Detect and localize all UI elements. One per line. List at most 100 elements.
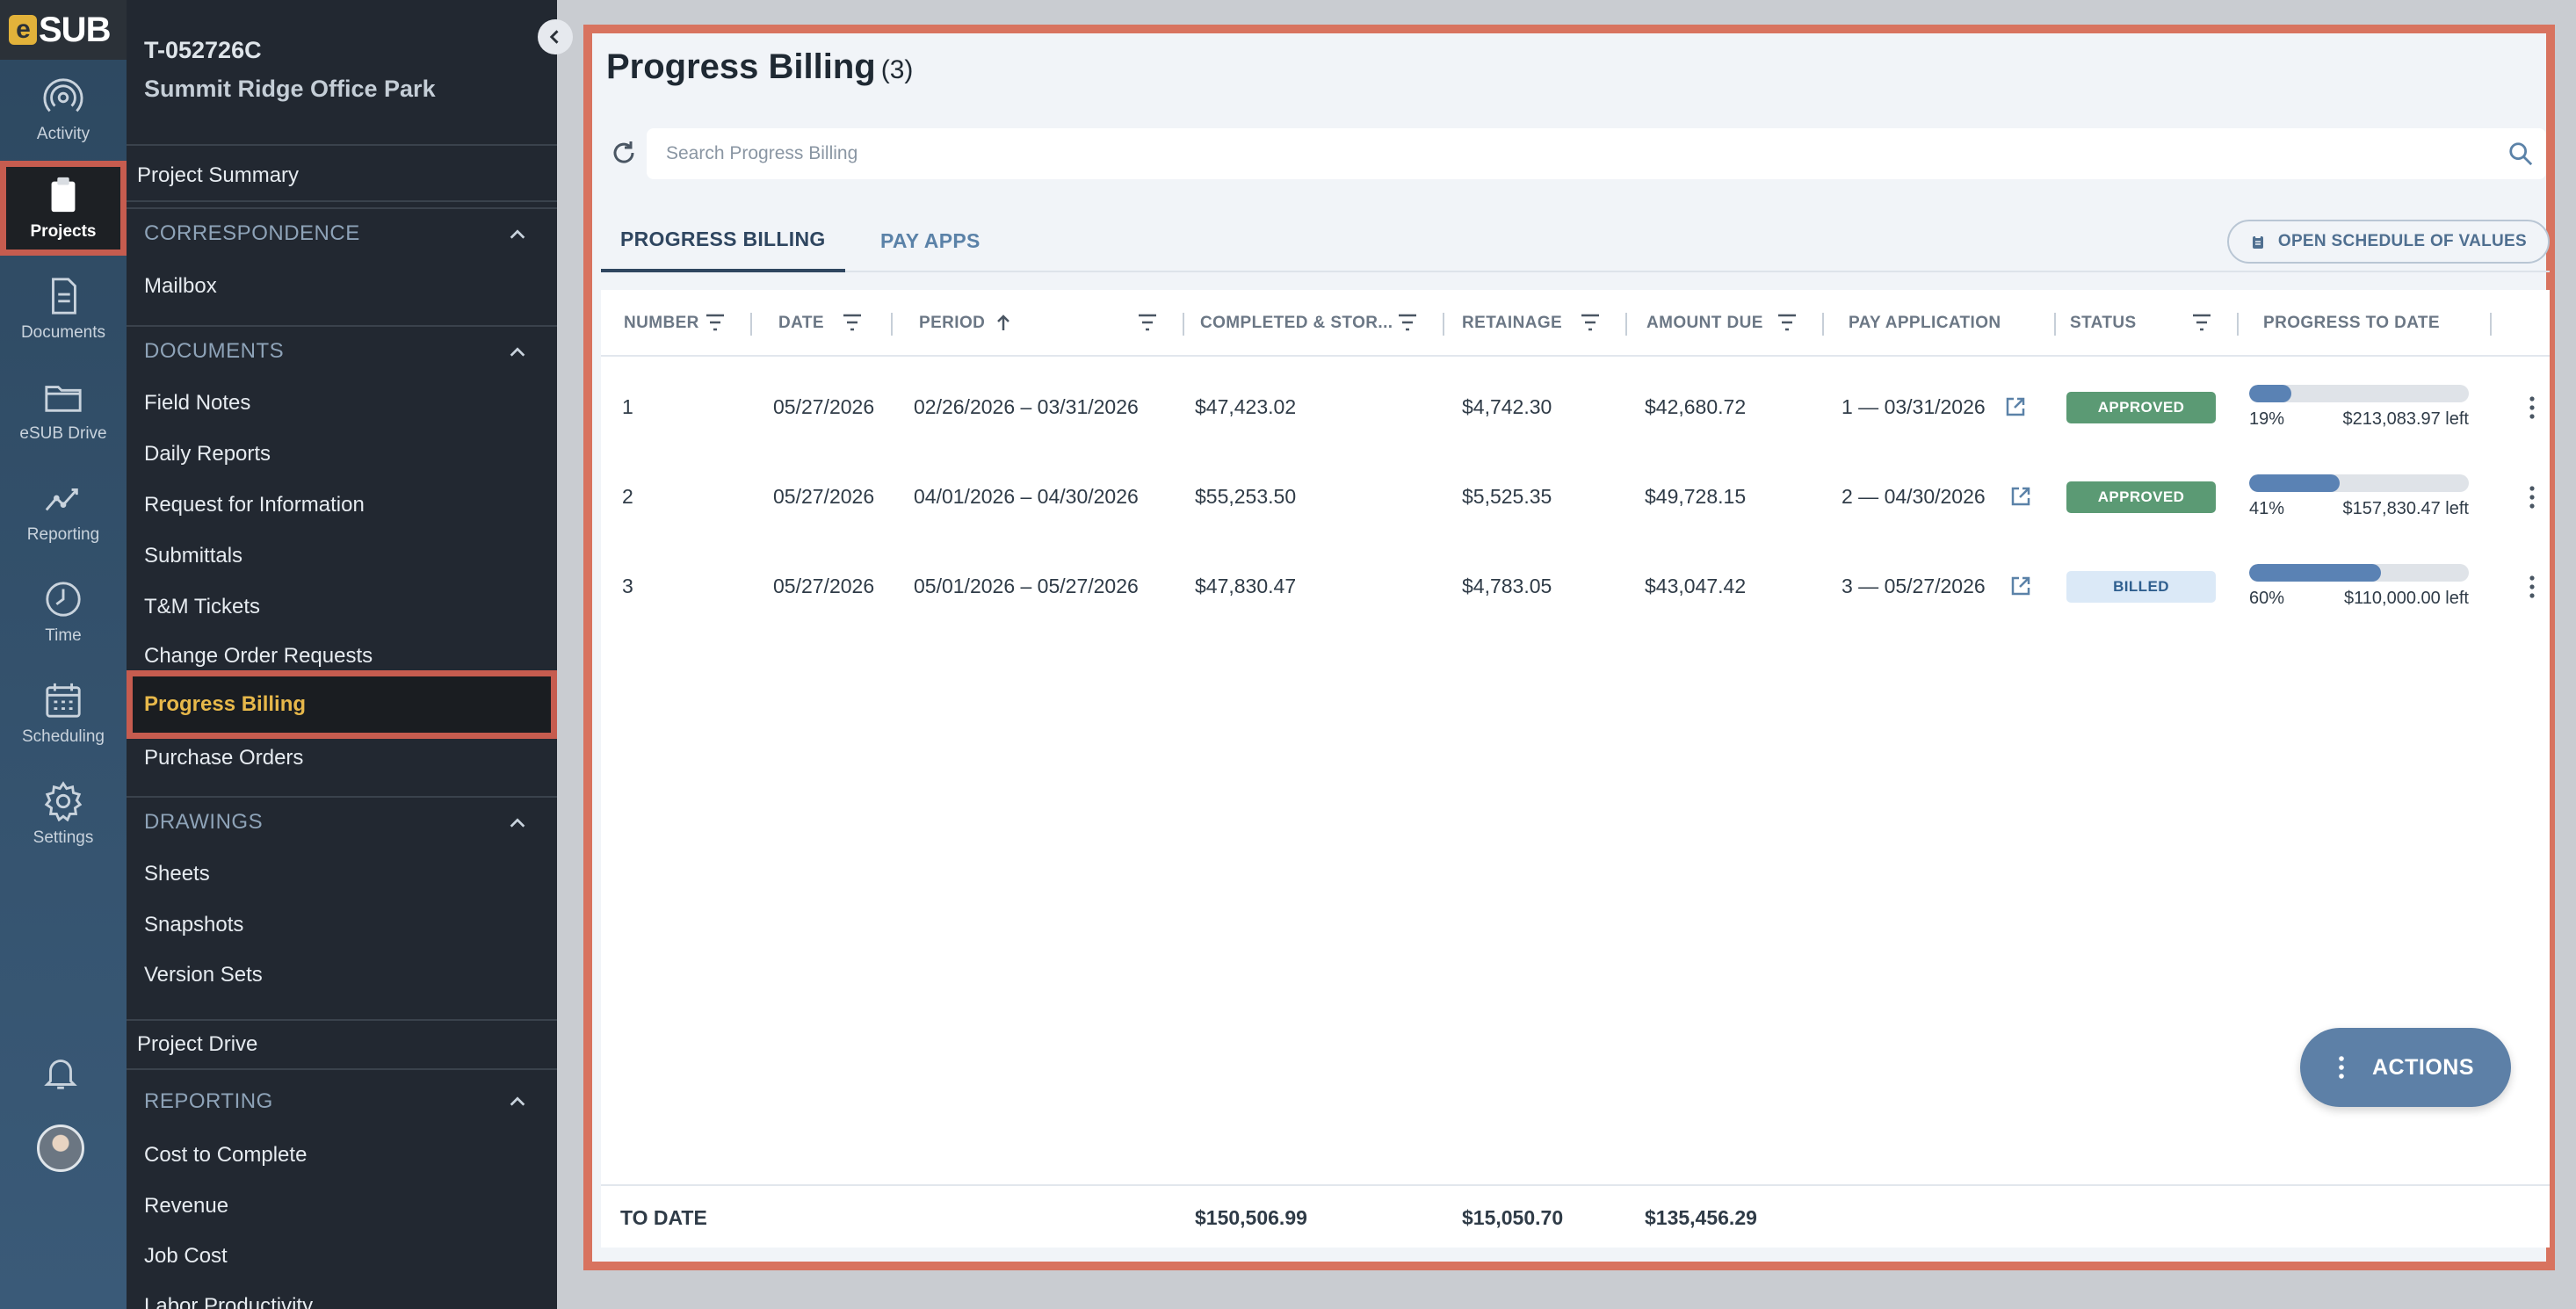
filter-icon[interactable]: [842, 313, 863, 332]
nav-item-snapshots[interactable]: Snapshots: [127, 900, 557, 951]
cell-number: 2: [622, 484, 633, 508]
nav-item-revenue[interactable]: Revenue: [127, 1181, 557, 1232]
table-row[interactable]: 2 05/27/2026 04/01/2026 – 04/30/2026 $55…: [601, 452, 2550, 541]
rail-item-settings[interactable]: Settings: [0, 767, 127, 862]
nav-section-drawings[interactable]: DRAWINGS: [127, 796, 557, 847]
gear-icon: [44, 781, 83, 821]
cell-number: 3: [622, 574, 633, 597]
calendar-icon: [46, 683, 81, 718]
filter-icon[interactable]: [1397, 313, 1418, 332]
cell-amount-due: $49,728.15: [1645, 484, 1747, 508]
column-divider[interactable]: [750, 313, 752, 336]
column-number[interactable]: NUMBER: [624, 290, 699, 357]
nav-item-progress-billing[interactable]: Progress Billing: [127, 670, 557, 739]
nav-section-reporting[interactable]: REPORTING: [127, 1076, 557, 1127]
cell-amount-due: $43,047.42: [1645, 574, 1747, 597]
cell-pay-application[interactable]: 3 — 05/27/2026: [1842, 541, 1986, 631]
bell-icon[interactable]: [40, 1052, 81, 1093]
cell-period: 04/01/2026 – 04/30/2026: [914, 484, 1139, 508]
column-divider[interactable]: [1822, 313, 1824, 336]
external-link-icon[interactable]: [2010, 575, 2031, 597]
nav-item-purchase-orders[interactable]: Purchase Orders: [127, 733, 557, 784]
column-amount-due[interactable]: AMOUNT DUE: [1646, 290, 1763, 357]
nav-item-labor-productivity[interactable]: Labor Productivity: [127, 1281, 557, 1309]
search-input[interactable]: [666, 128, 2476, 179]
nav-item-submittals[interactable]: Submittals: [127, 531, 557, 582]
nav-project-drive[interactable]: Project Drive: [127, 1019, 557, 1070]
more-vertical-icon[interactable]: [2525, 575, 2539, 599]
nav-item-daily-reports[interactable]: Daily Reports: [127, 429, 557, 480]
esub-logo[interactable]: e SUB: [0, 0, 127, 60]
filter-icon[interactable]: [1776, 313, 1798, 332]
column-divider[interactable]: [1625, 313, 1627, 336]
rail-item-esub-drive[interactable]: eSUB Drive: [0, 363, 127, 458]
chevron-up-icon: [510, 347, 525, 357]
filter-icon[interactable]: [1580, 313, 1601, 332]
filter-icon[interactable]: [705, 313, 726, 332]
nav-section-correspondence[interactable]: CORRESPONDENCE: [127, 207, 557, 258]
column-status[interactable]: STATUS: [2070, 290, 2137, 357]
cell-retainage: $4,742.30: [1462, 394, 1552, 418]
column-retainage[interactable]: RETAINAGE: [1462, 290, 1562, 357]
nav-item-rfi[interactable]: Request for Information: [127, 480, 557, 531]
totals-label: TO DATE: [620, 1205, 707, 1229]
chevron-up-icon: [510, 818, 525, 828]
more-vertical-icon[interactable]: [2525, 485, 2539, 510]
column-pay-application[interactable]: PAY APPLICATION: [1849, 290, 2001, 357]
rail-item-time[interactable]: Time: [0, 565, 127, 660]
column-divider[interactable]: [2237, 313, 2239, 336]
table-header: NUMBER DATE PERIOD COMPLETED & STOR... R…: [601, 290, 2550, 357]
nav-item-version-sets[interactable]: Version Sets: [127, 950, 557, 1001]
tab-progress-billing[interactable]: PROGRESS BILLING: [601, 209, 845, 272]
progress-percent: 41%: [2249, 499, 2285, 518]
column-period[interactable]: PERIOD: [919, 290, 985, 357]
app-rail: e SUB Activity Projects Documents eSUB Dr…: [0, 0, 127, 1309]
column-divider[interactable]: [891, 313, 893, 336]
nav-item-sheets[interactable]: Sheets: [127, 849, 557, 900]
nav-project-summary[interactable]: Project Summary: [127, 151, 557, 202]
nav-item-cost-to-complete[interactable]: Cost to Complete: [127, 1130, 557, 1181]
tab-pay-apps[interactable]: PAY APPS: [880, 209, 980, 272]
more-vertical-icon[interactable]: [2525, 395, 2539, 420]
nav-item-field-notes[interactable]: Field Notes: [127, 378, 557, 429]
cell-date: 05/27/2026: [773, 574, 875, 597]
table-row[interactable]: 1 05/27/2026 02/26/2026 – 03/31/2026 $47…: [601, 362, 2550, 452]
search-icon[interactable]: [2507, 141, 2534, 167]
column-divider[interactable]: [2490, 313, 2492, 336]
refresh-icon[interactable]: [610, 139, 638, 167]
filter-icon[interactable]: [2191, 313, 2212, 332]
avatar[interactable]: [37, 1125, 84, 1172]
external-link-icon[interactable]: [2005, 396, 2026, 417]
cell-pay-application[interactable]: 1 — 03/31/2026: [1842, 362, 1986, 452]
rail-item-projects[interactable]: Projects: [0, 161, 127, 256]
cell-pay-application[interactable]: 2 — 04/30/2026: [1842, 452, 1986, 541]
filter-icon[interactable]: [1137, 313, 1158, 332]
external-link-icon[interactable]: [2010, 486, 2031, 507]
nav-item-tm-tickets[interactable]: T&M Tickets: [127, 582, 557, 633]
column-divider[interactable]: [1183, 313, 1184, 336]
rail-item-reporting[interactable]: Reporting: [0, 464, 127, 559]
status-badge: BILLED: [2066, 571, 2216, 603]
column-divider[interactable]: [2054, 313, 2056, 336]
nav-item-job-cost[interactable]: Job Cost: [127, 1231, 557, 1282]
actions-button[interactable]: ACTIONS: [2300, 1028, 2511, 1107]
nav-item-mailbox[interactable]: Mailbox: [127, 261, 557, 312]
column-divider[interactable]: [1443, 313, 1444, 336]
cell-retainage: $4,783.05: [1462, 574, 1552, 597]
collapse-nav-button[interactable]: [538, 19, 573, 54]
table-row[interactable]: 3 05/27/2026 05/01/2026 – 05/27/2026 $47…: [601, 541, 2550, 631]
cell-date: 05/27/2026: [773, 394, 875, 418]
open-schedule-of-values-button[interactable]: OPEN SCHEDULE OF VALUES: [2226, 220, 2550, 264]
column-date[interactable]: DATE: [778, 290, 824, 357]
arrow-up-icon[interactable]: [995, 313, 1012, 332]
document-icon: [52, 278, 76, 315]
rail-item-documents[interactable]: Documents: [0, 262, 127, 357]
rail-item-scheduling[interactable]: Scheduling: [0, 666, 127, 761]
project-nav: T-052726C Summit Ridge Office Park Proje…: [127, 0, 557, 1309]
progress-bar: [2249, 564, 2469, 582]
column-completed-stored[interactable]: COMPLETED & STOR...: [1200, 290, 1393, 357]
column-progress-to-date[interactable]: PROGRESS TO DATE: [2263, 290, 2440, 357]
rail-item-activity[interactable]: Activity: [0, 63, 127, 158]
cell-number: 1: [622, 394, 633, 418]
nav-section-documents[interactable]: DOCUMENTS: [127, 325, 557, 376]
